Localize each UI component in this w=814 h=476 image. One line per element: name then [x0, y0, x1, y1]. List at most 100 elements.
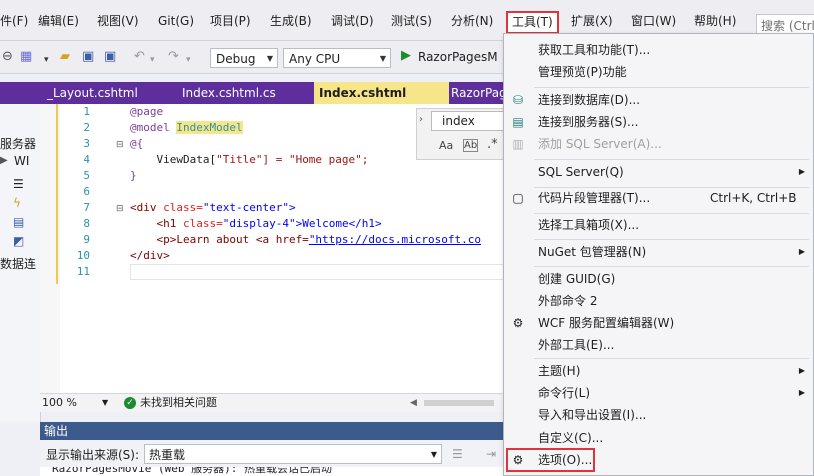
database-icon: ⛁ — [512, 93, 524, 107]
expand-icon[interactable]: › — [419, 114, 423, 125]
menu-item-label: 添加 SQL Server(A)... — [538, 137, 662, 151]
line-number: 8 — [83, 217, 90, 230]
expand-icon[interactable]: ▶ — [0, 155, 8, 166]
collapse-icon[interactable]: ⊟ — [116, 204, 124, 214]
options-highlight — [506, 448, 595, 472]
collapse-icon[interactable]: ⊟ — [116, 140, 124, 150]
platform-select[interactable]: Any CPU ▼ — [283, 48, 391, 68]
menu-debug[interactable]: 调试(D) — [331, 12, 374, 30]
code-token: "Title" — [216, 153, 263, 166]
menu-file[interactable]: 件(F) — [0, 12, 28, 30]
platform-value: Any CPU — [289, 52, 341, 66]
issues-status[interactable]: 未找到相关问题 — [140, 394, 217, 412]
menu-item-nuget[interactable]: NuGet 包管理器(N) ▶ — [504, 241, 813, 263]
menu-item-label: 选择工具箱项(X)... — [538, 218, 640, 232]
save-icon[interactable]: ▣ — [82, 50, 94, 64]
menu-item-sql-server[interactable]: SQL Server(Q) ▶ — [504, 161, 813, 183]
match-case-icon[interactable]: Aa — [439, 139, 453, 152]
tab-index-cshtml[interactable]: Index.cshtml — [314, 82, 449, 104]
submenu-arrow-icon: ▶ — [798, 388, 805, 397]
menu-git[interactable]: Git(G) — [158, 12, 194, 30]
menu-view[interactable]: 视图(V) — [97, 12, 139, 30]
start-debug-icon[interactable]: ▶ — [401, 49, 411, 63]
menu-build[interactable]: 生成(B) — [270, 12, 312, 30]
menu-item-customize[interactable]: 自定义(C)... — [504, 427, 813, 449]
line-number: 1 — [83, 105, 90, 118]
line-number: 4 — [83, 153, 90, 166]
word-wrap-icon[interactable]: ⇥ — [486, 447, 496, 461]
menu-item-preview[interactable]: 管理预览(P)功能 — [504, 61, 813, 83]
menu-item-guid[interactable]: 创建 GUID(G) — [504, 268, 813, 290]
menu-test[interactable]: 测试(S) — [391, 12, 432, 30]
chevron-down-icon: ▼ — [266, 54, 273, 63]
tab-layout[interactable]: _Layout.cshtml — [42, 82, 181, 104]
zoom-level[interactable]: 100 % — [42, 394, 77, 412]
menu-item-theme[interactable]: 主题(H) ▶ — [504, 360, 813, 382]
menu-separator — [534, 358, 809, 359]
code-token: class= — [182, 217, 223, 230]
menu-item-label: 外部命令 2 — [538, 294, 598, 308]
horizontal-scrollbar[interactable] — [424, 400, 494, 406]
line-number: 9 — [83, 233, 90, 246]
menu-tools[interactable]: 工具(T) — [506, 11, 559, 34]
data-connections-label: 数据连 — [0, 257, 37, 271]
menu-project[interactable]: 项目(P) — [210, 12, 251, 30]
menu-item-label: 创建 GUID(G) — [538, 272, 616, 286]
tab-index-cs[interactable]: Index.cshtml.cs — [177, 82, 316, 104]
menu-analyze[interactable]: 分析(N) — [451, 12, 493, 30]
menu-item-label: NuGet 包管理器(N) — [538, 245, 647, 259]
output-text: RazorPagesMovie (Web 服务器): 热重载会话已启动 — [40, 467, 510, 476]
chevron-down-icon[interactable]: ▼ — [102, 394, 108, 412]
menu-item-toolbox[interactable]: 选择工具箱项(X)... — [504, 214, 813, 236]
output-source-label: 显示输出来源(S): — [46, 448, 140, 462]
undo-icon[interactable]: ↶ — [134, 50, 145, 64]
menu-separator — [534, 159, 809, 160]
code-token: "https://docs.microsoft.co — [308, 233, 481, 246]
configuration-select[interactable]: Debug ▼ — [210, 48, 278, 68]
menu-item-get-tools[interactable]: 获取工具和功能(T)... — [504, 39, 813, 61]
sql-server-icon: ▥ — [512, 137, 524, 151]
code-token: ViewData[ — [130, 153, 217, 166]
server-item-wi[interactable]: WI — [14, 154, 29, 168]
menu-item-external-command[interactable]: 外部命令 2 — [504, 290, 813, 312]
menu-help[interactable]: 帮助(H) — [694, 12, 736, 30]
run-target-label[interactable]: RazorPagesM — [418, 50, 498, 64]
whole-word-icon[interactable]: Ab — [463, 139, 479, 152]
dropdown-arrow-icon[interactable]: ▾ — [44, 53, 49, 67]
redo-dropdown-icon[interactable]: ▾ — [186, 53, 191, 67]
find-input[interactable]: index — [431, 111, 509, 131]
menu-window[interactable]: 窗口(W) — [631, 12, 676, 30]
menu-item-import-export[interactable]: 导入和导出设置(I)... — [504, 404, 813, 426]
save-all-icon[interactable]: ▣ — [104, 50, 116, 64]
menu-item-snippets[interactable]: ▢ 代码片段管理器(T)... Ctrl+K, Ctrl+B — [504, 187, 813, 209]
menu-extensions[interactable]: 扩展(X) — [571, 12, 613, 30]
back-icon[interactable]: ⊖ — [2, 50, 13, 64]
menu-item-connect-server[interactable]: ▤ 连接到服务器(S)... — [504, 111, 813, 133]
output-source-select[interactable]: 热重载 ▼ — [144, 444, 442, 464]
wcf-gear-icon: ⚙ — [512, 316, 524, 330]
open-folder-icon[interactable]: ▰ — [60, 50, 70, 64]
code-line-10: </div> — [130, 248, 170, 264]
new-project-icon[interactable]: ▦ — [20, 50, 32, 64]
menu-item-external-tools[interactable]: 外部工具(E)... — [504, 334, 813, 356]
code-line-1: @page — [130, 104, 163, 120]
code-line-3: @{ — [130, 136, 143, 152]
menu-item-shortcut: Ctrl+K, Ctrl+B — [710, 191, 797, 205]
snippet-icon: ▢ — [512, 191, 524, 205]
menu-item-connect-db[interactable]: ⛁ 连接到数据库(D)... — [504, 89, 813, 111]
clear-output-icon[interactable]: ☰ — [452, 447, 463, 461]
regex-icon[interactable]: .* — [487, 137, 498, 152]
menu-item-wcf[interactable]: ⚙ WCF 服务配置编辑器(W) — [504, 312, 813, 334]
menu-item-label: SQL Server(Q) — [538, 165, 624, 179]
scroll-left-icon[interactable]: ◀ — [410, 394, 417, 412]
submenu-arrow-icon: ▶ — [798, 247, 805, 256]
menu-edit[interactable]: 编辑(E) — [38, 12, 79, 30]
menu-item-label: 自定义(C)... — [538, 431, 604, 445]
line-number: 10 — [76, 249, 90, 262]
server-icon: ▤ — [512, 115, 524, 129]
redo-icon[interactable]: ↷ — [168, 50, 179, 64]
menu-item-command-line[interactable]: 命令行(L) ▶ — [504, 382, 813, 404]
document-icon: ▤ — [13, 215, 25, 229]
code-token: ] = "Home page"; — [262, 153, 369, 166]
undo-dropdown-icon[interactable]: ▾ — [150, 53, 155, 67]
